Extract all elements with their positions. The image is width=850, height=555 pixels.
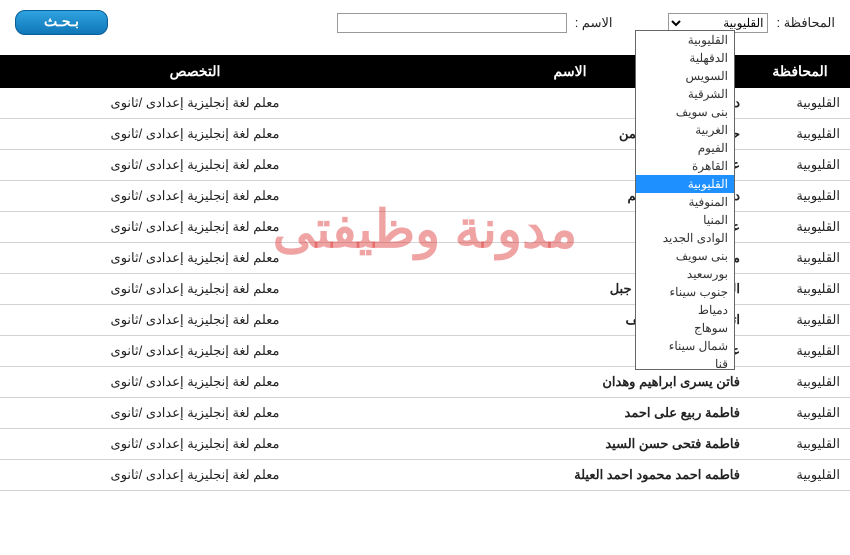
cell-specialization: معلم لغة إنجليزية إعدادى /ثانوى [0, 181, 390, 212]
dropdown-option[interactable]: الوادى الجديد [636, 229, 734, 247]
dropdown-option[interactable]: المنوفية [636, 193, 734, 211]
cell-specialization: معلم لغة إنجليزية إعدادى /ثانوى [0, 429, 390, 460]
cell-specialization: معلم لغة إنجليزية إعدادى /ثانوى [0, 150, 390, 181]
dropdown-option[interactable]: شمال سيناء [636, 337, 734, 355]
dropdown-option[interactable]: المنيا [636, 211, 734, 229]
table-row: القليوبيةفاطمه احمد محمود احمد العيلةمعل… [0, 460, 850, 491]
cell-name: فاطمة ربيع على احمد [390, 398, 750, 429]
cell-specialization: معلم لغة إنجليزية إعدادى /ثانوى [0, 243, 390, 274]
cell-governorate: القليوبية [750, 460, 850, 491]
cell-specialization: معلم لغة إنجليزية إعدادى /ثانوى [0, 398, 390, 429]
header-specialization: التخصص [0, 55, 390, 88]
cell-specialization: معلم لغة إنجليزية إعدادى /ثانوى [0, 119, 390, 150]
cell-governorate: القليوبية [750, 119, 850, 150]
dropdown-option[interactable]: بنى سويف [636, 103, 734, 121]
cell-governorate: القليوبية [750, 243, 850, 274]
dropdown-option[interactable]: الفيوم [636, 139, 734, 157]
dropdown-option[interactable]: الدقهلية [636, 49, 734, 67]
dropdown-option[interactable]: القليوبية [636, 31, 734, 49]
cell-name: فاطمه احمد محمود احمد العيلة [390, 460, 750, 491]
cell-specialization: معلم لغة إنجليزية إعدادى /ثانوى [0, 305, 390, 336]
cell-governorate: القليوبية [750, 181, 850, 212]
cell-governorate: القليوبية [750, 429, 850, 460]
dropdown-option[interactable]: قنا [636, 355, 734, 370]
cell-specialization: معلم لغة إنجليزية إعدادى /ثانوى [0, 367, 390, 398]
table-row: القليوبيةفاتن يسرى ابراهيم وهدانمعلم لغة… [0, 367, 850, 398]
cell-governorate: القليوبية [750, 367, 850, 398]
dropdown-option[interactable]: دمياط [636, 301, 734, 319]
cell-specialization: معلم لغة إنجليزية إعدادى /ثانوى [0, 212, 390, 243]
dropdown-option[interactable]: جنوب سيناء [636, 283, 734, 301]
header-governorate: المحافظة [750, 55, 850, 88]
name-label: الاسم : [575, 15, 613, 31]
governorate-dropdown[interactable]: القليوبيةالدقهليةالسويسالشرقيةبنى سويفال… [635, 30, 735, 370]
dropdown-option[interactable]: الشرقية [636, 85, 734, 103]
cell-name: فاتن يسرى ابراهيم وهدان [390, 367, 750, 398]
cell-name: فاطمة فتحى حسن السيد [390, 429, 750, 460]
cell-governorate: القليوبية [750, 274, 850, 305]
dropdown-option[interactable]: الغربية [636, 121, 734, 139]
table-row: القليوبيةفاطمة ربيع على احمدمعلم لغة إنج… [0, 398, 850, 429]
cell-governorate: القليوبية [750, 212, 850, 243]
dropdown-option[interactable]: سوهاج [636, 319, 734, 337]
dropdown-option[interactable]: بورسعيد [636, 265, 734, 283]
name-input[interactable] [337, 13, 567, 33]
cell-specialization: معلم لغة إنجليزية إعدادى /ثانوى [0, 460, 390, 491]
dropdown-option[interactable]: بنى سويف [636, 247, 734, 265]
governorate-label: المحافظة : [776, 15, 835, 31]
cell-governorate: القليوبية [750, 88, 850, 119]
cell-specialization: معلم لغة إنجليزية إعدادى /ثانوى [0, 336, 390, 367]
cell-specialization: معلم لغة إنجليزية إعدادى /ثانوى [0, 274, 390, 305]
cell-governorate: القليوبية [750, 398, 850, 429]
cell-specialization: معلم لغة إنجليزية إعدادى /ثانوى [0, 88, 390, 119]
dropdown-option[interactable]: السويس [636, 67, 734, 85]
search-button[interactable]: بـحـث [15, 10, 108, 35]
table-row: القليوبيةفاطمة فتحى حسن السيدمعلم لغة إن… [0, 429, 850, 460]
dropdown-option[interactable]: القليوبية [636, 175, 734, 193]
cell-governorate: القليوبية [750, 150, 850, 181]
cell-governorate: القليوبية [750, 305, 850, 336]
cell-governorate: القليوبية [750, 336, 850, 367]
dropdown-option[interactable]: القاهرة [636, 157, 734, 175]
